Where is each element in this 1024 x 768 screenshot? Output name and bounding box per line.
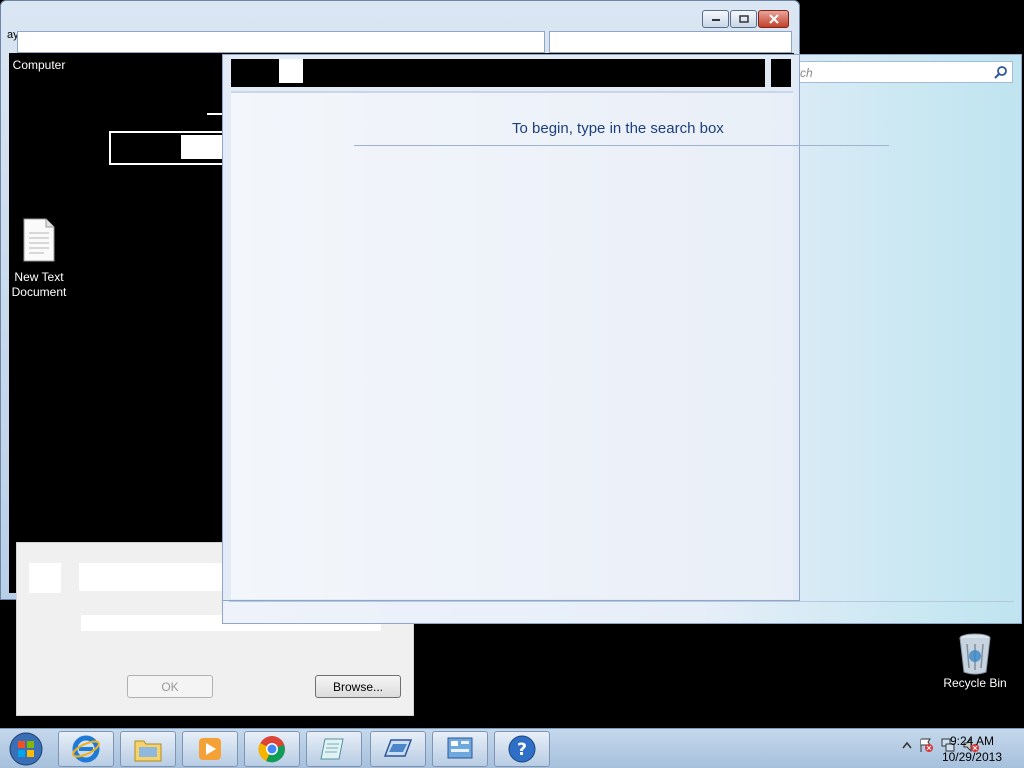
search-input[interactable]: rch	[791, 61, 1013, 83]
window-divider	[229, 601, 1014, 602]
minimize-icon	[711, 19, 720, 21]
help-toolbar	[231, 59, 791, 87]
svg-text:?: ?	[517, 740, 527, 760]
taskbar-media-player[interactable]	[182, 731, 238, 767]
close-button[interactable]	[758, 10, 789, 28]
media-player-icon	[199, 738, 221, 760]
restore-icon	[738, 15, 749, 23]
folder-icon	[134, 740, 162, 762]
start-button[interactable]	[6, 731, 46, 767]
internet-explorer-icon	[72, 735, 100, 763]
desktop-icon-recycle-bin[interactable]: Recycle Bin	[940, 632, 1010, 691]
text-document-icon	[23, 218, 55, 262]
windows-logo-icon	[9, 732, 43, 766]
minimize-button[interactable]	[702, 10, 729, 28]
desktop-icon-label: Recycle Bin	[943, 676, 1007, 690]
clock[interactable]: 9:24 AM 10/29/2013	[942, 733, 1002, 765]
toolbar-fragment	[279, 59, 303, 83]
desktop-icon-label: Computer	[12, 58, 66, 72]
chrome-icon	[258, 736, 285, 763]
dialog-icon-area	[29, 563, 61, 593]
desktop-icon-label: New Text Document	[11, 270, 67, 299]
search-prompt-text: To begin, type in the search box	[512, 120, 724, 137]
toolbar-gap	[765, 59, 771, 87]
clock-time: 9:24 AM	[949, 734, 994, 748]
close-icon	[768, 14, 779, 24]
taskbar-windows-explorer[interactable]	[120, 731, 176, 767]
help-icon: ?	[508, 735, 536, 763]
taskbar-help-and-support[interactable]: ?	[494, 731, 550, 767]
taskbar-chrome[interactable]	[244, 731, 300, 767]
notepad-icon	[320, 738, 344, 760]
taskbar-control-panel[interactable]	[432, 731, 488, 767]
control-panel-icon	[447, 737, 473, 759]
content-fragment	[207, 113, 223, 115]
maximize-button[interactable]	[730, 10, 757, 28]
clock-date: 10/29/2013	[941, 750, 1002, 764]
separator-line	[354, 145, 889, 146]
dialog-text-area	[79, 563, 229, 591]
action-center-flag-icon[interactable]	[918, 737, 934, 753]
browse-button[interactable]: Browse...	[315, 675, 401, 698]
taskbar: ? 9:24 AM 10/29/2013	[0, 728, 1024, 768]
taskbar-notepad[interactable]	[306, 731, 362, 767]
taskbar-remote-desktop[interactable]	[370, 731, 426, 767]
desktop-icon-new-text-document[interactable]: New Text Document	[4, 218, 74, 300]
search-icon[interactable]	[994, 65, 1008, 79]
taskbar-internet-explorer[interactable]	[58, 731, 114, 767]
desktop-icon-computer-label[interactable]: Computer	[4, 58, 74, 73]
show-hidden-icons-icon[interactable]	[902, 741, 912, 749]
ok-button[interactable]: OK	[127, 675, 213, 698]
search-field-back[interactable]	[549, 31, 792, 53]
address-bar[interactable]	[17, 31, 545, 53]
help-content	[231, 91, 793, 599]
remote-desktop-icon	[383, 739, 413, 757]
recycle-bin-icon	[959, 633, 991, 675]
